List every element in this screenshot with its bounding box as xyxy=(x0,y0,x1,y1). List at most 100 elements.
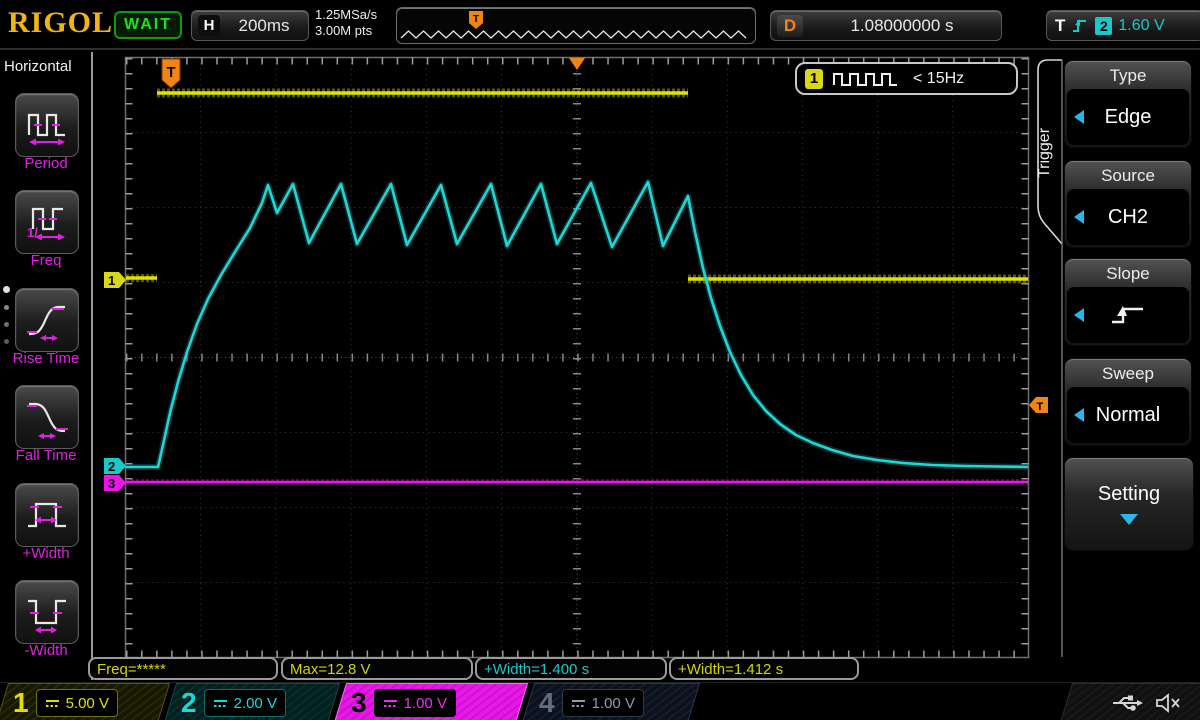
measure-label-rise-time: Rise Time xyxy=(0,350,92,367)
trigger-frequency-popup: 1 < 15Hz xyxy=(795,62,1018,95)
trigger-label: T xyxy=(1055,16,1065,36)
waveform-display: 1 2 3 T T xyxy=(0,0,1200,720)
dc-coupling-icon xyxy=(45,698,60,709)
trigger-menu-tab: Trigger xyxy=(1030,62,1060,244)
fall-time-icon xyxy=(24,394,70,440)
menu-sweep-label: Sweep xyxy=(1067,361,1189,387)
svg-text:2: 2 xyxy=(108,459,115,474)
delay-label: D xyxy=(777,15,803,37)
usb-icon xyxy=(1111,694,1143,712)
channel-2-number: 2 xyxy=(181,686,197,720)
channel-2-status[interactable]: 2 2.00 V xyxy=(164,683,340,720)
rigol-logo: RIGOL xyxy=(8,6,113,40)
svg-text:T: T xyxy=(473,14,479,25)
menu-slope[interactable]: Slope xyxy=(1064,258,1192,346)
svg-text:1: 1 xyxy=(108,273,115,288)
channel-1-number: 1 xyxy=(13,686,29,720)
channel-1-scale: 5.00 V xyxy=(36,689,118,717)
measure-label-pos-width: +Width xyxy=(0,545,92,562)
measurement-freq: Freq=***** xyxy=(88,657,278,680)
menu-setting-button[interactable]: Setting xyxy=(1064,457,1194,551)
rising-slope-icon xyxy=(1108,302,1148,328)
pos-width-icon xyxy=(24,492,70,538)
menu-type-label: Type xyxy=(1067,63,1189,89)
channel-2-scale: 2.00 V xyxy=(204,689,286,717)
svg-text:T: T xyxy=(1037,401,1044,413)
oscilloscope-screen: 1 2 3 T T RIGOL xyxy=(0,0,1200,720)
period-icon xyxy=(24,102,70,148)
acquisition-status-badge: WAIT xyxy=(114,11,182,39)
ch1-position-marker[interactable]: 1 xyxy=(104,272,126,288)
sound-muted-icon xyxy=(1155,693,1181,713)
channel-4-scale: 1.00 V xyxy=(562,689,644,717)
down-arrow-icon xyxy=(1120,514,1138,525)
rise-time-icon xyxy=(24,297,70,343)
setting-label: Setting xyxy=(1098,483,1160,506)
dc-coupling-icon xyxy=(571,698,586,709)
menu-sweep-value: Normal xyxy=(1096,404,1160,427)
svg-text:T: T xyxy=(167,64,176,81)
system-tray xyxy=(1060,683,1200,720)
dc-coupling-icon xyxy=(213,698,228,709)
measure-label-freq: Freq xyxy=(0,252,92,269)
channel-3-status-selected[interactable]: 3 1.00 V xyxy=(334,683,528,720)
menu-slope-label: Slope xyxy=(1067,261,1189,287)
measure-button-period[interactable] xyxy=(15,93,79,157)
timebase-box[interactable]: H 200ms xyxy=(191,10,309,41)
menu-source-label: Source xyxy=(1067,163,1189,189)
sample-rate: 1.25MSa/s xyxy=(315,7,377,23)
measure-scroll-dots[interactable] xyxy=(3,286,10,344)
measure-button-rise-time[interactable] xyxy=(15,288,79,352)
delay-box[interactable]: D 1.08000000 s xyxy=(770,10,1002,41)
menu-type-value: Edge xyxy=(1105,106,1152,129)
preview-trigger-flag[interactable]: T xyxy=(469,11,483,29)
channel-3-number: 3 xyxy=(351,686,367,720)
menu-sweep[interactable]: Sweep Normal xyxy=(1064,358,1192,446)
measure-label-neg-width: -Width xyxy=(0,642,92,659)
channel-4-status[interactable]: 4 1.00 V xyxy=(522,683,700,720)
menu-source[interactable]: Source CH2 xyxy=(1064,160,1192,248)
channel-3-scale: 1.00 V xyxy=(374,689,456,717)
ch3-position-marker[interactable]: 3 xyxy=(104,475,126,491)
measure-button-fall-time[interactable] xyxy=(15,385,79,449)
dc-coupling-icon xyxy=(383,698,398,709)
preview-waveform xyxy=(401,31,746,38)
ch2-position-marker[interactable]: 2 xyxy=(104,458,126,474)
neg-width-icon xyxy=(24,589,70,635)
measure-button-freq[interactable]: 1/ xyxy=(15,190,79,254)
left-arrow-icon xyxy=(1074,110,1084,124)
trigger-source-badge: 2 xyxy=(1095,17,1112,35)
left-arrow-icon xyxy=(1074,308,1084,322)
channel-1-status[interactable]: 1 5.00 V xyxy=(0,683,170,720)
top-status-bar: RIGOL WAIT H 200ms 1.25MSa/s 3.00M pts T… xyxy=(0,0,1200,50)
measurement-pos-width-ch2: +Width=1.400 s xyxy=(475,657,667,680)
delay-value: 1.08000000 s xyxy=(803,16,1001,36)
measure-label-period: Period xyxy=(0,155,92,172)
svg-text:3: 3 xyxy=(108,476,115,491)
memory-depth: 3.00M pts xyxy=(315,23,377,39)
acquisition-info: 1.25MSa/s 3.00M pts xyxy=(315,7,377,39)
measure-button-pos-width[interactable] xyxy=(15,483,79,547)
popup-channel-badge: 1 xyxy=(805,69,823,89)
measurement-pos-width-ch1: +Width=1.412 s xyxy=(669,657,859,680)
square-wave-icon xyxy=(833,70,903,88)
freq-icon: 1/ xyxy=(24,199,70,245)
measure-button-neg-width[interactable] xyxy=(15,580,79,644)
trigger-level-value: 1.60 V xyxy=(1118,17,1164,35)
measurement-max: Max=12.8 V xyxy=(281,657,473,680)
timebase-label: H xyxy=(198,15,220,36)
measure-label-fall-time: Fall Time xyxy=(0,447,92,464)
menu-source-value: CH2 xyxy=(1108,206,1148,229)
menu-type[interactable]: Type Edge xyxy=(1064,60,1192,148)
left-arrow-icon xyxy=(1074,408,1084,422)
left-panel-title: Horizontal xyxy=(4,58,72,75)
trigger-level-marker[interactable]: T xyxy=(1029,397,1048,413)
timebase-value: 200ms xyxy=(220,16,308,36)
channel-4-number: 4 xyxy=(539,686,555,720)
popup-frequency-text: < 15Hz xyxy=(913,70,964,88)
channel-status-bar: 1 5.00 V 2 2.00 V xyxy=(0,682,1200,720)
edge-slope-icon xyxy=(1071,17,1089,35)
trigger-status-box[interactable]: T 2 1.60 V xyxy=(1046,10,1200,41)
waveform-preview[interactable]: T xyxy=(396,7,756,44)
left-arrow-icon xyxy=(1074,210,1084,224)
